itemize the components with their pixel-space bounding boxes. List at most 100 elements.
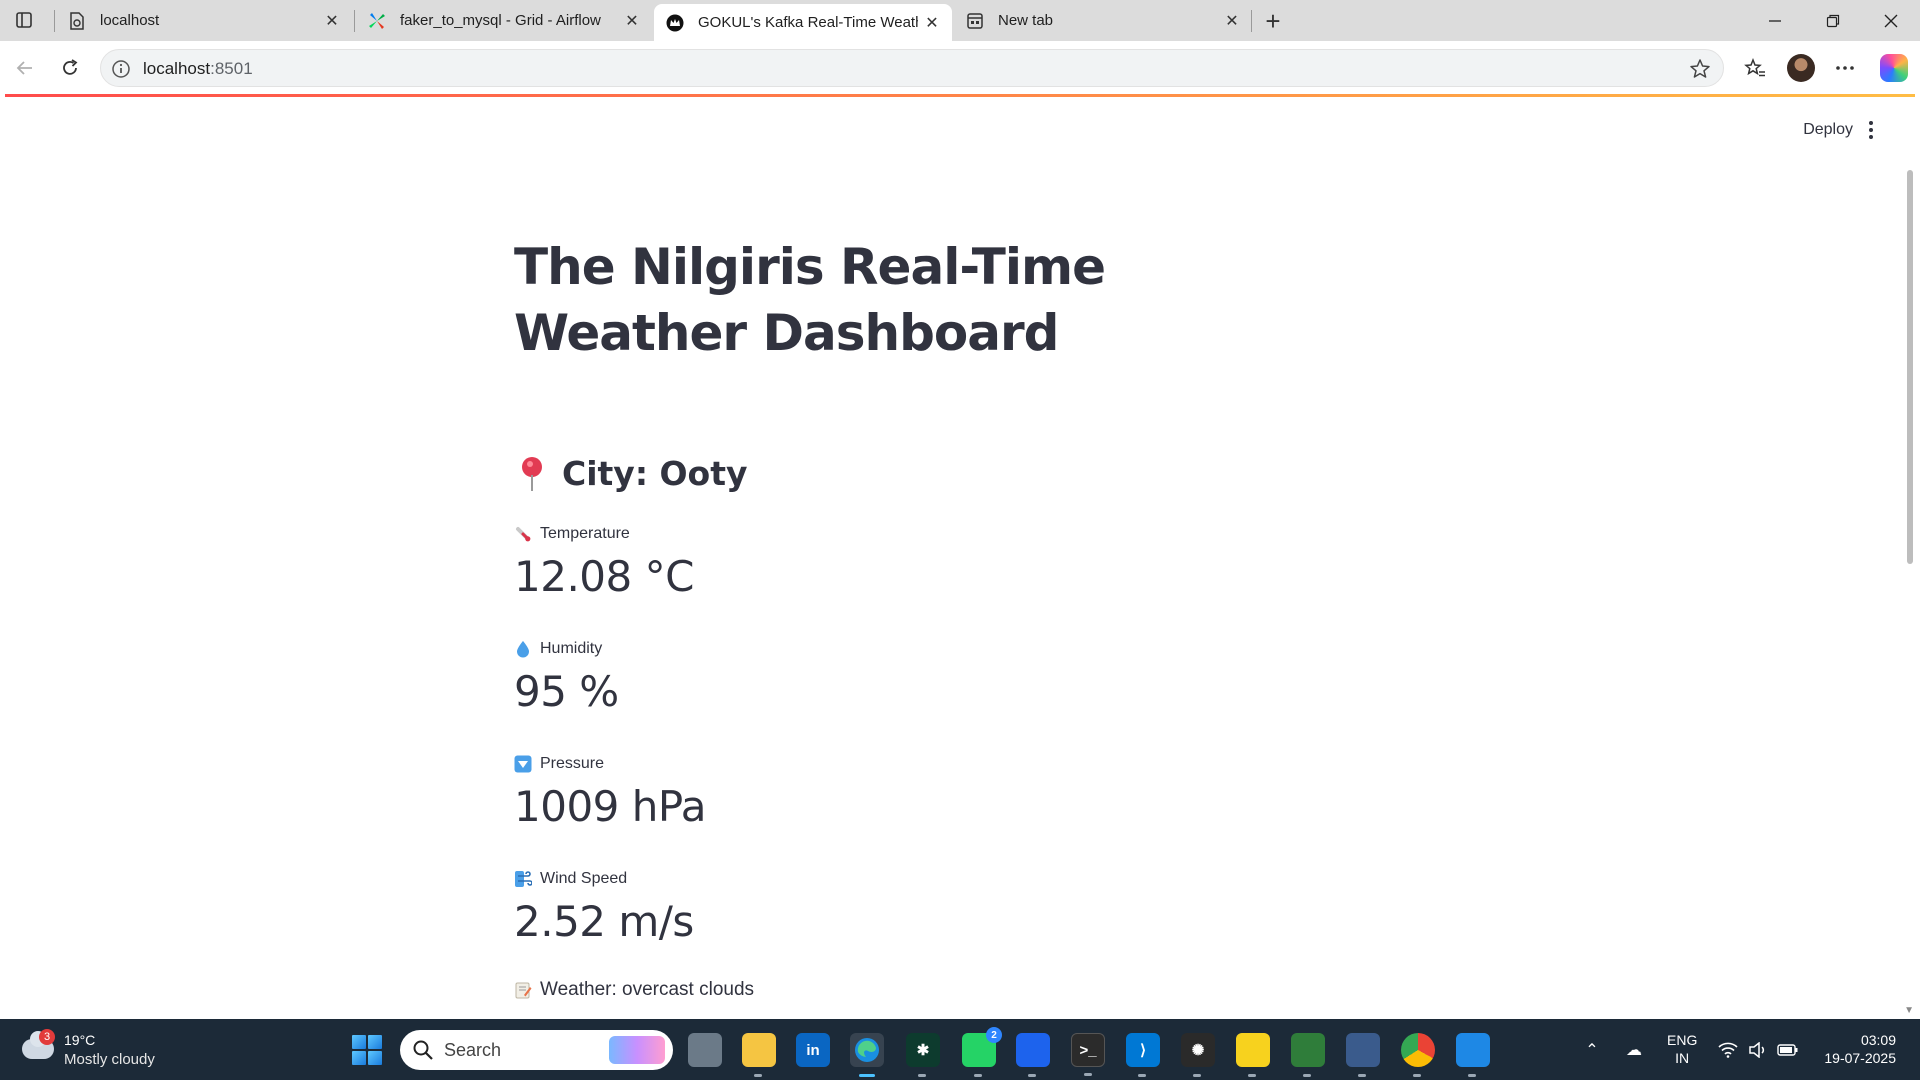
metric-value: 95 % [514, 667, 619, 716]
search-highlight-icon [609, 1036, 665, 1064]
scrollbar-thumb[interactable] [1907, 170, 1913, 564]
tab-localhost[interactable]: localhost ✕ [56, 0, 352, 41]
weather-description: Weather: overcast clouds [514, 979, 754, 1001]
sticky-notes-icon[interactable] [1236, 1033, 1270, 1077]
language-indicator[interactable]: ENG IN [1667, 1031, 1697, 1067]
battery-icon[interactable] [1776, 1019, 1800, 1080]
restore-icon[interactable] [1804, 0, 1862, 41]
favorite-star-icon[interactable] [1689, 58, 1711, 80]
notepad-plus-icon[interactable] [1291, 1033, 1325, 1077]
metric-label: Humidity [540, 640, 603, 657]
favorites-icon[interactable] [1738, 51, 1772, 85]
edge-browser-icon[interactable] [850, 1033, 884, 1077]
address-bar[interactable]: localhost:8501 [100, 49, 1724, 87]
wind-icon [514, 870, 532, 888]
windows-taskbar: 3 19°C Mostly cloudy Search in ✱ 2 >_ ⟩ … [0, 1019, 1920, 1080]
page-viewport: Deploy ▼ The Nilgiris Real-Time Weather … [5, 94, 1915, 1016]
airflow-pinwheel-icon [368, 12, 386, 30]
volume-icon[interactable] [1746, 1019, 1770, 1080]
task-view-icon[interactable] [688, 1033, 722, 1067]
chrome-icon[interactable] [1401, 1033, 1435, 1077]
close-tab-icon[interactable]: ✕ [1218, 7, 1246, 35]
system-clock[interactable]: 03:09 19-07-2025 [1824, 1031, 1896, 1067]
terminal-icon[interactable]: >_ [1071, 1033, 1105, 1076]
header-decoration-bar [5, 94, 1915, 97]
metric-label: Temperature [540, 525, 630, 542]
search-icon [412, 1039, 434, 1061]
close-tab-icon[interactable]: ✕ [618, 7, 646, 35]
wifi-icon[interactable] [1716, 1019, 1740, 1080]
mysql-workbench-icon[interactable] [1346, 1033, 1380, 1077]
memo-icon [514, 981, 532, 999]
streamlit-crown-icon [666, 14, 684, 32]
url-host: localhost [143, 59, 211, 78]
app-icon-dark[interactable]: ✱ [906, 1033, 940, 1077]
scrollbar[interactable]: ▼ [1902, 94, 1915, 1016]
tab-separator [1251, 10, 1252, 32]
metric-label: Wind Speed [540, 870, 628, 887]
profile-avatar[interactable] [1787, 54, 1815, 82]
weather-widget[interactable]: 3 19°C Mostly cloudy [22, 1029, 162, 1071]
back-arrow-icon[interactable] [8, 51, 42, 85]
clock-time: 03:09 [1860, 1032, 1896, 1048]
metric-label: Pressure [540, 755, 605, 772]
metric-value: 1009 hPa [514, 782, 707, 831]
whatsapp-icon[interactable]: 2 [962, 1027, 1002, 1077]
tab-title: New tab [998, 12, 1054, 29]
city-label: City: Ooty [562, 454, 748, 493]
taskbar-search[interactable]: Search [400, 1030, 673, 1070]
lang-line2: IN [1675, 1050, 1690, 1066]
scroll-down-arrow-icon[interactable]: ▼ [1904, 1005, 1914, 1016]
metric-temperature: Temperature 12.08 °C [514, 524, 694, 601]
metric-value: 12.08 °C [514, 552, 694, 601]
new-tab-button[interactable]: + [1258, 6, 1288, 36]
docker-icon[interactable] [1016, 1033, 1050, 1077]
tab-separator [354, 10, 355, 32]
browser-toolbar: localhost:8501 [0, 41, 1920, 94]
metric-pressure: Pressure 1009 hPa [514, 754, 707, 831]
pin-icon [520, 456, 544, 491]
close-tab-icon[interactable]: ✕ [318, 7, 346, 35]
close-window-icon[interactable] [1862, 0, 1920, 41]
url-text: localhost:8501 [143, 59, 253, 79]
weather-badge: 3 [39, 1029, 55, 1045]
lang-line1: ENG [1667, 1032, 1698, 1048]
url-port: :8501 [210, 59, 253, 78]
page-title: The Nilgiris Real-Time Weather Dashboard [514, 238, 1106, 362]
minimize-icon[interactable] [1746, 0, 1804, 41]
tab-weather-dashboard[interactable]: GOKUL's Kafka Real-Time Weathe ✕ [654, 4, 952, 41]
city-header: City: Ooty [514, 454, 748, 493]
tab-title: localhost [100, 12, 160, 29]
tab-actions-icon[interactable] [10, 6, 38, 34]
deploy-button[interactable]: Deploy [1803, 121, 1853, 139]
tab-new-tab[interactable]: New tab ✕ [954, 0, 1252, 41]
copilot-icon[interactable] [1880, 54, 1908, 82]
main-menu-icon[interactable] [1861, 118, 1881, 142]
close-tab-icon[interactable]: ✕ [918, 9, 946, 37]
linkedin-icon[interactable]: in [796, 1033, 830, 1067]
droplet-icon [514, 640, 532, 658]
file-explorer-icon[interactable] [742, 1033, 776, 1077]
down-arrow-icon [514, 755, 532, 773]
site-info-icon[interactable] [111, 59, 131, 79]
tab-separator [54, 10, 55, 32]
new-tab-page-icon [966, 12, 984, 30]
vscode-icon[interactable]: ⟩ [1126, 1033, 1160, 1077]
reload-icon[interactable] [53, 51, 87, 85]
weather-label: Weather: overcast clouds [540, 979, 755, 1000]
search-placeholder: Search [444, 1040, 502, 1060]
photos-icon[interactable] [1456, 1033, 1490, 1077]
more-options-icon[interactable] [1828, 51, 1862, 85]
clock-date: 19-07-2025 [1824, 1050, 1896, 1066]
tab-airflow[interactable]: faker_to_mysql - Grid - Airflow ✕ [356, 0, 652, 41]
thermometer-icon [514, 525, 532, 543]
weather-temp: 19°C [64, 1032, 96, 1048]
show-hidden-icons-icon[interactable]: ⌃ [1582, 1019, 1602, 1080]
tab-title: GOKUL's Kafka Real-Time Weathe [698, 14, 918, 31]
metric-wind-speed: Wind Speed 2.52 m/s [514, 869, 694, 946]
onedrive-icon[interactable]: ☁ [1620, 1019, 1648, 1080]
chatgpt-icon[interactable]: ✺ [1181, 1033, 1215, 1077]
page-icon [68, 11, 86, 30]
metric-humidity: Humidity 95 % [514, 639, 619, 716]
windows-start-icon[interactable] [352, 1035, 382, 1065]
